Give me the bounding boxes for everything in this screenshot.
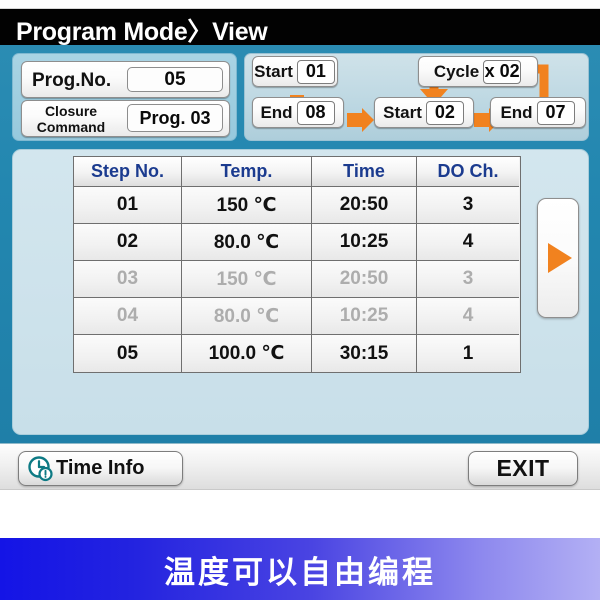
- caption-text: 温度可以自由编程: [164, 554, 436, 591]
- flow-end-2[interactable]: End 07: [490, 97, 586, 128]
- flow-start-2-value: 02: [425, 100, 464, 125]
- time-info-button[interactable]: Time Info: [18, 451, 183, 486]
- cell-time: 20:50: [312, 187, 417, 224]
- flow-end-1-label: End: [260, 102, 293, 122]
- flow-end-1[interactable]: End 08: [252, 97, 344, 128]
- flow-cycle[interactable]: Cycle x 02: [418, 56, 538, 87]
- flow-start-1[interactable]: Start 01: [252, 56, 338, 87]
- flow-cycle-label: Cycle: [433, 61, 480, 81]
- cell-step-no: 03: [74, 261, 182, 298]
- cell-step-no: 04: [74, 298, 182, 335]
- flow-start-1-value: 01: [296, 59, 335, 84]
- table-row[interactable]: 03 150 ℃ 20:50 3: [74, 261, 520, 298]
- cell-temp: 100.0 ℃: [182, 335, 312, 372]
- caption-band: 温度可以自由编程: [0, 538, 600, 600]
- cell-step-no: 05: [74, 335, 182, 372]
- column-header-do-ch: DO Ch.: [417, 157, 519, 187]
- prog-no-label: Prog.No.: [32, 70, 112, 91]
- flow-end-2-value: 07: [536, 100, 575, 125]
- cell-do-ch: 4: [417, 298, 519, 335]
- exit-button[interactable]: EXIT: [468, 451, 578, 486]
- cell-temp: 150 ℃: [182, 261, 312, 298]
- bottom-toolbar: Time Info EXIT: [0, 443, 600, 489]
- column-header-temp: Temp.: [182, 157, 312, 187]
- table-row[interactable]: 01 150 ℃ 20:50 3: [74, 187, 520, 224]
- cell-time: 30:15: [312, 335, 417, 372]
- cell-do-ch: 3: [417, 261, 519, 298]
- flow-start-2[interactable]: Start 02: [374, 97, 474, 128]
- flow-end-2-label: End: [500, 102, 533, 122]
- table-header-row: Step No. Temp. Time DO Ch.: [74, 157, 520, 187]
- program-parameters-panel: Prog.No. 05 Closure Command Prog. 03: [12, 53, 237, 141]
- table-row[interactable]: 02 80.0 ℃ 10:25 4: [74, 224, 520, 261]
- cell-time: 10:25: [312, 224, 417, 261]
- flow-start-2-label: Start: [383, 102, 422, 122]
- clock-alert-icon: [28, 456, 53, 482]
- device-screen: Program Mode〉View Prog.No. 05 Closure Co…: [0, 8, 600, 490]
- cell-do-ch: 3: [417, 187, 519, 224]
- table-row[interactable]: 04 80.0 ℃ 10:25 4: [74, 298, 520, 335]
- cell-temp: 80.0 ℃: [182, 298, 312, 335]
- closure-label-line1: Closure: [44, 103, 98, 119]
- cell-temp: 80.0 ℃: [182, 224, 312, 261]
- column-header-time: Time: [312, 157, 417, 187]
- time-info-label: Time Info: [56, 457, 145, 479]
- column-header-step-no: Step No.: [74, 157, 182, 187]
- step-table-panel: Step No. Temp. Time DO Ch. 01 150 ℃ 20:5…: [12, 149, 589, 435]
- cell-time: 10:25: [312, 298, 417, 335]
- triangle-right-icon: [548, 243, 572, 273]
- flow-cycle-value: x 02: [483, 59, 522, 84]
- next-page-button[interactable]: [537, 198, 579, 318]
- cell-step-no: 01: [74, 187, 182, 224]
- screen-body: Prog.No. 05 Closure Command Prog. 03 Sta…: [0, 45, 600, 443]
- table-row[interactable]: 05 100.0 ℃ 30:15 1: [74, 335, 520, 372]
- flow-start-1-label: Start: [254, 61, 293, 81]
- closure-command-value[interactable]: Prog. 03: [127, 104, 223, 132]
- closure-label-line2: Command: [36, 119, 106, 135]
- step-table: Step No. Temp. Time DO Ch. 01 150 ℃ 20:5…: [73, 156, 521, 373]
- cell-do-ch: 1: [417, 335, 519, 372]
- flow-end-1-value: 08: [296, 100, 335, 125]
- prog-no-value[interactable]: 05: [127, 67, 223, 92]
- cell-do-ch: 4: [417, 224, 519, 261]
- cell-temp: 150 ℃: [182, 187, 312, 224]
- closure-command-label: Closure Command: [19, 103, 123, 135]
- title-bar: Program Mode〉View: [0, 9, 600, 46]
- cell-time: 20:50: [312, 261, 417, 298]
- cell-step-no: 02: [74, 224, 182, 261]
- page-title: Program Mode〉View: [16, 18, 268, 46]
